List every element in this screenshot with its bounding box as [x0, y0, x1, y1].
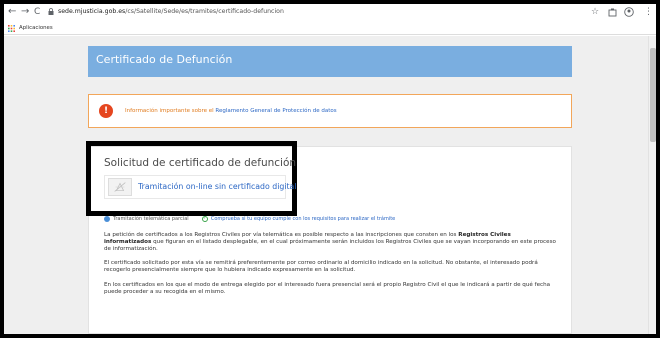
reload-icon[interactable]: C [34, 6, 40, 18]
apps-bookmark-label[interactable]: Aplicaciones [19, 24, 53, 33]
tramitacion-online-link[interactable]: Tramitación on-line sin certificado digi… [138, 181, 296, 192]
forward-icon[interactable]: → [21, 6, 29, 18]
bookmarks-bar: Aplicaciones [4, 22, 656, 35]
card-title: Solicitud de certificado de defunción [104, 157, 297, 169]
page-scrollbar[interactable] [648, 36, 656, 334]
page-content: Certificado de Defunción ! Información i… [4, 36, 656, 334]
browser-window: ← → C sede.mjusticia.gob.es/cs/Satellite… [4, 4, 656, 334]
warning-icon: ! [99, 104, 113, 118]
paragraph1-before: La petición de certificados a los Regist… [104, 232, 457, 238]
document-icon [108, 178, 132, 196]
browser-toolbar: ← → C sede.mjusticia.gob.es/cs/Satellite… [4, 4, 656, 22]
status-partial-label: Tramitación telemática parcial [113, 216, 189, 222]
extension-icon[interactable] [608, 8, 617, 17]
notice-text-prefix: Información importante sobre el [125, 108, 214, 114]
address-bar[interactable]: sede.mjusticia.gob.es/cs/Satellite/Sede/… [58, 7, 284, 17]
scrollbar-thumb[interactable] [650, 48, 656, 142]
paragraph1-after: que figuran en el listado desplegable, e… [104, 239, 556, 253]
status-row: Tramitación telemática parcial ✓ Comprueb… [104, 214, 395, 224]
apps-grid-icon[interactable] [8, 25, 15, 32]
page-header: Certificado de Defunción [88, 46, 572, 77]
url-host: sede.mjusticia.gob.es [58, 8, 126, 15]
url-path: /cs/Satellite/Sede/es/tramites/certifica… [125, 8, 284, 15]
notice-text: Información importante sobre el Reglamen… [125, 107, 337, 115]
back-icon[interactable]: ← [8, 6, 16, 18]
menu-icon[interactable]: ⋮ [644, 7, 653, 18]
privacy-notice: ! Información importante sobre el Reglam… [88, 94, 572, 128]
info-paragraph-1: La petición de certificados a los Regist… [104, 232, 556, 254]
lock-icon [48, 8, 54, 15]
profile-icon[interactable] [624, 7, 634, 17]
requirements-check-link[interactable]: Comprueba si tu equipo cumple con los re… [211, 216, 395, 222]
check-icon: ✓ [201, 215, 208, 222]
info-paragraph-3: En los certificados en los que el modo d… [104, 282, 551, 296]
gdpr-link[interactable]: Reglamento General de Protección de dato… [215, 108, 336, 114]
info-paragraph-2: El certificado solicitado por esta vía s… [104, 260, 538, 274]
page-title: Certificado de Defunción [96, 53, 233, 66]
bookmark-star-icon[interactable]: ☆ [591, 7, 599, 18]
partial-status-icon [104, 215, 110, 222]
